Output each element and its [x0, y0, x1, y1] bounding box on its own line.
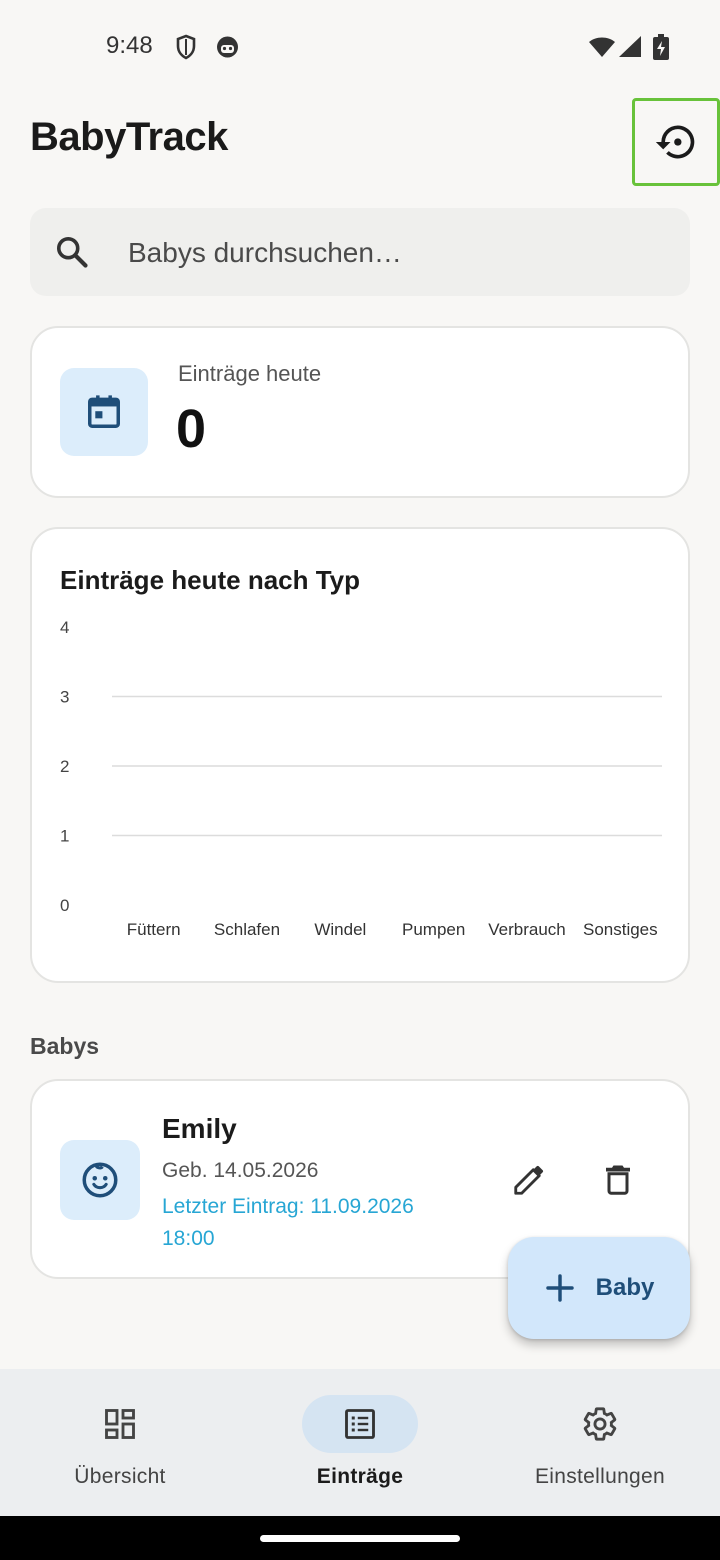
baby-last-entry: Letzter Eintrag: 11.09.2026 18:00: [162, 1195, 414, 1250]
y-tick-label: 0: [60, 896, 69, 915]
nav-active-indicator: [302, 1395, 418, 1453]
stat-label: Einträge heute: [178, 361, 322, 386]
baby-birthdate: Geb. 14.05.2026: [162, 1159, 319, 1182]
x-tick-label: Sonstiges: [583, 920, 658, 939]
chart-card: Einträge heute nach Typ 0 1 2 3 4 Füttern Schl…: [30, 527, 690, 983]
babies-section-title: Babys: [30, 1033, 100, 1059]
calendar-icon: [88, 395, 120, 428]
y-tick-label: 2: [60, 757, 69, 776]
delete-baby-button[interactable]: [590, 1151, 646, 1207]
search-icon: [56, 236, 88, 268]
nav-item-overview[interactable]: Übersicht: [0, 1369, 240, 1516]
calendar-icon-tile: [60, 368, 148, 456]
x-tick-label: Verbrauch: [488, 920, 566, 939]
bottom-navigation: Übersicht Einträge Einstellungen: [0, 1369, 720, 1516]
battery-charging-icon: [653, 34, 669, 60]
y-tick-label: 4: [60, 618, 69, 637]
list-icon: [345, 1409, 375, 1439]
wifi-icon: [589, 37, 615, 57]
pencil-icon: [514, 1165, 544, 1195]
entries-today-card: Einträge heute 0: [30, 326, 690, 498]
system-navigation-bar: [0, 1516, 720, 1560]
add-baby-fab[interactable]: Baby: [508, 1237, 690, 1339]
gear-icon: [583, 1407, 617, 1441]
trash-icon: [606, 1165, 630, 1195]
y-tick-label: 3: [60, 688, 69, 707]
nav-icon-container: [542, 1395, 658, 1453]
x-tick-label: Schlafen: [214, 920, 280, 939]
signal-icon: [619, 36, 641, 57]
x-tick-label: Windel: [314, 920, 366, 939]
history-icon: [655, 125, 695, 159]
nav-item-settings[interactable]: Einstellungen: [480, 1369, 720, 1516]
x-tick-label: Füttern: [127, 920, 181, 939]
baby-name: Emily: [162, 1113, 237, 1144]
x-tick-label: Pumpen: [402, 920, 465, 939]
nav-label-settings: Einstellungen: [535, 1465, 665, 1488]
dashboard-icon: [105, 1409, 135, 1439]
shield-icon: [176, 34, 196, 60]
history-button[interactable]: [632, 98, 720, 186]
status-time: 9:48: [106, 32, 153, 59]
edit-baby-button[interactable]: [502, 1151, 558, 1207]
fab-label: Baby: [595, 1274, 655, 1301]
entries-by-type-chart: 0 1 2 3 4 Füttern Schlafen Windel Pumpen Verbrauc…: [60, 618, 662, 939]
nav-label-entries: Einträge: [316, 1465, 404, 1488]
search-input[interactable]: [126, 208, 670, 298]
face-icon: [217, 36, 238, 58]
app-title: BabyTrack: [30, 115, 228, 159]
nav-item-entries[interactable]: Einträge: [240, 1369, 480, 1516]
baby-avatar: [60, 1140, 140, 1220]
baby-face-icon: [82, 1162, 118, 1198]
nav-label-overview: Übersicht: [74, 1465, 166, 1488]
stat-value: 0: [176, 399, 207, 459]
home-gesture-handle[interactable]: [260, 1535, 460, 1542]
plus-icon: [545, 1274, 574, 1302]
nav-icon-container: [62, 1395, 178, 1453]
y-tick-label: 1: [60, 827, 69, 846]
search-bar[interactable]: [30, 208, 690, 298]
